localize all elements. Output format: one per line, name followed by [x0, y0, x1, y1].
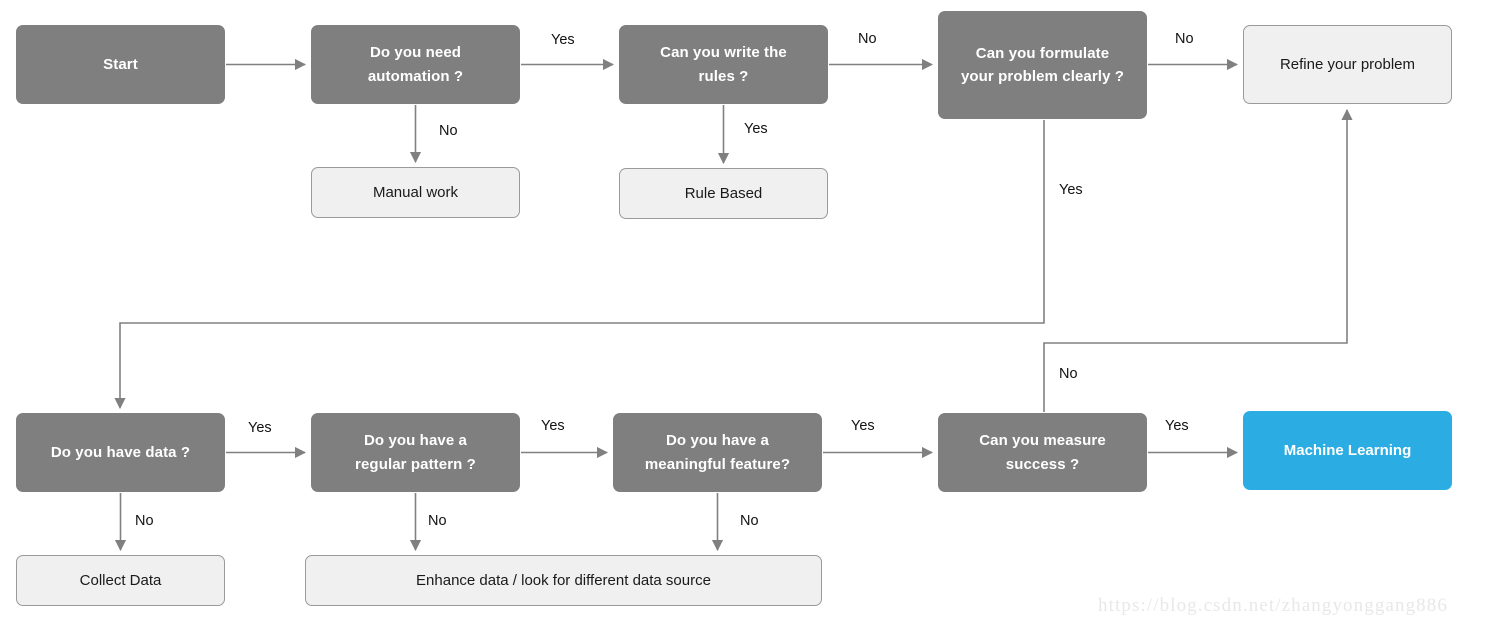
node-regular-pattern[interactable]: Do you have a regular pattern ?: [311, 413, 520, 492]
edge-label-data-no: No: [135, 513, 154, 529]
edge-measure-to-refine: [1043, 108, 1353, 412]
node-enhance-data-label: Enhance data / look for different data s…: [416, 571, 711, 589]
edge-label-data-yes: Yes: [248, 420, 272, 436]
node-need-automation[interactable]: Do you need automation ?: [311, 25, 520, 104]
edge-label-automation-yes: Yes: [551, 32, 575, 48]
edge-label-automation-no: No: [439, 123, 458, 139]
node-measure-success[interactable]: Can you measure success ?: [938, 413, 1147, 492]
node-manual-work[interactable]: Manual work: [311, 167, 520, 218]
node-formulate-problem-label: Can you formulate your problem clearly ?: [960, 44, 1125, 85]
edge-label-pattern-no: No: [428, 513, 447, 529]
node-write-rules[interactable]: Can you write the rules ?: [619, 25, 828, 104]
edge-label-feature-no: No: [740, 513, 759, 529]
edge-formulate-to-havedata: [114, 120, 1045, 410]
node-regular-pattern-label: Do you have a regular pattern ?: [355, 432, 476, 473]
node-manual-work-label: Manual work: [372, 183, 459, 201]
node-start[interactable]: Start: [16, 25, 225, 104]
node-meaningful-feature[interactable]: Do you have a meaningful feature?: [613, 413, 822, 492]
node-collect-data-label: Collect Data: [79, 571, 162, 589]
node-meaningful-feature-label: Do you have a meaningful feature?: [644, 432, 791, 473]
node-formulate-problem[interactable]: Can you formulate your problem clearly ?: [938, 11, 1147, 119]
node-refine-problem[interactable]: Refine your problem: [1243, 25, 1452, 104]
edge-label-rules-yes: Yes: [744, 121, 768, 137]
node-measure-success-label: Can you measure success ?: [979, 432, 1106, 473]
node-collect-data[interactable]: Collect Data: [16, 555, 225, 606]
node-need-automation-label: Do you need automation ?: [367, 44, 464, 85]
edge-label-formulate-no: No: [1175, 31, 1194, 47]
node-rule-based[interactable]: Rule Based: [619, 168, 828, 219]
edge-label-formulate-yes: Yes: [1059, 182, 1083, 198]
node-have-data-label: Do you have data ?: [50, 443, 191, 461]
edge-label-measure-yes: Yes: [1165, 418, 1189, 434]
watermark-text: https://blog.csdn.net/zhangyonggang886: [1098, 595, 1448, 616]
edge-label-rules-no: No: [858, 31, 877, 47]
edge-label-feature-yes: Yes: [851, 418, 875, 434]
flowchart-canvas: Start Do you need automation ? Manual wor…: [0, 0, 1495, 628]
node-enhance-data[interactable]: Enhance data / look for different data s…: [305, 555, 822, 606]
node-machine-learning[interactable]: Machine Learning: [1243, 411, 1452, 490]
node-start-label: Start: [103, 55, 138, 73]
edge-label-pattern-yes: Yes: [541, 418, 565, 434]
node-have-data[interactable]: Do you have data ?: [16, 413, 225, 492]
edge-label-measure-no: No: [1059, 366, 1078, 382]
node-machine-learning-label: Machine Learning: [1283, 441, 1412, 459]
node-rule-based-label: Rule Based: [684, 184, 763, 202]
node-write-rules-label: Can you write the rules ?: [660, 44, 787, 85]
node-refine-problem-label: Refine your problem: [1279, 55, 1416, 73]
